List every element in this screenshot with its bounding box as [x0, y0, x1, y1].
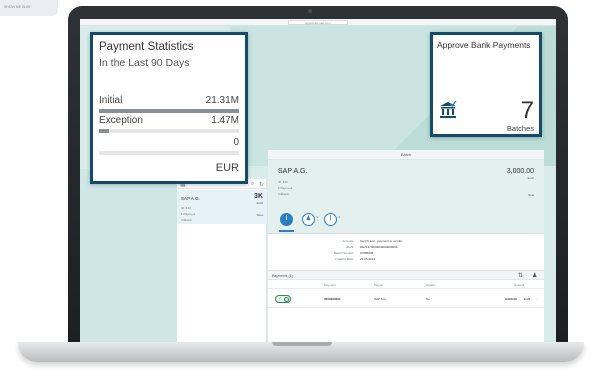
list-item-amount: 3K	[254, 193, 263, 200]
chevron-right-icon[interactable]: ›	[536, 297, 537, 301]
search-icon[interactable]: ⌕	[251, 181, 254, 188]
stat-value-third: 0	[233, 137, 239, 148]
urgent: No	[426, 297, 430, 301]
object-name: SAP A.G.	[278, 168, 308, 175]
form-label: Account:	[342, 239, 354, 243]
people-icon: ♟	[305, 216, 312, 222]
form-label: Creation Date:	[334, 257, 354, 261]
tile-subtitle: In the Last 90 Days	[99, 57, 190, 69]
stat-bar-initial	[99, 109, 239, 113]
form-value: DE71370000000000000001	[360, 245, 398, 249]
stat-value: 21.31M	[205, 95, 239, 106]
tab-attachments[interactable]: ⌇ 1	[324, 213, 340, 226]
column-header: Payee	[374, 283, 383, 287]
laptop-camera	[308, 9, 312, 13]
stat-label: Initial	[99, 95, 123, 106]
list-item-name: SAP A.G.	[181, 196, 200, 201]
payments-title: Payments (1)	[272, 274, 293, 278]
selected-tab-indicator	[279, 230, 294, 232]
payee: SAP A.G.	[374, 297, 387, 301]
list-item-status: New	[256, 213, 263, 217]
stat-bar-exception	[99, 129, 239, 133]
object-payments: 1 Payment	[278, 186, 293, 190]
form-row-iban: IBAN: DE71370000000000000001	[268, 245, 544, 250]
person-icon[interactable]: ♟	[532, 272, 537, 279]
object-bank: Citibank	[278, 192, 289, 196]
info-icon: i	[285, 216, 288, 222]
payment-statistics-tile[interactable]: Payment Statistics In the Last 90 Days I…	[90, 32, 248, 184]
form-row-account: Account: Kar.Kh test - payment to vendor	[268, 239, 544, 244]
list-item[interactable]: SAP A.G. 3K EUR ID: 643 1 Payment Citiba…	[177, 190, 267, 224]
stat-value: 1.47M	[211, 115, 239, 126]
sort-icon[interactable]: ⇅	[518, 272, 523, 279]
background-phone: SHOW ME SLIM	[0, 0, 58, 16]
form-value: 22.05.2014	[360, 257, 376, 261]
master-list-panel: ▦ ⌕ ↻ SAP A.G. 3K EUR ID: 643 1 Payment …	[177, 179, 267, 346]
tile-count: 7	[520, 97, 534, 124]
payment-currency: EUR	[524, 297, 531, 301]
list-item-currency: EUR	[256, 201, 263, 205]
approve-toggle[interactable]: ✓	[275, 295, 291, 303]
icon-tab-bar: i ♟ 1 ⌇ 1	[268, 208, 544, 234]
stat-row-exception: Exception 1.47M	[99, 115, 239, 127]
detail-header: Batch	[268, 150, 544, 160]
detail-panel: Batch SAP A.G. 3,000.00 EUR ID: 643 1 Pa…	[268, 150, 544, 346]
stat-bar-fill	[99, 129, 109, 133]
form-row-creation-date: Creation Date: 22.05.2014	[268, 257, 544, 262]
object-currency: EUR	[527, 176, 534, 180]
tile-title: Payment Statistics	[99, 41, 194, 53]
object-id: ID: 643	[278, 180, 288, 184]
tile-unit: EUR	[215, 162, 239, 174]
object-status: New	[527, 193, 534, 197]
stat-row-initial: Initial 21.31M	[99, 95, 239, 107]
check-icon: ✓	[278, 296, 283, 302]
address-bar[interactable]: approvals.sap.com	[288, 20, 348, 25]
stat-bar-third	[99, 151, 239, 155]
toggle-knob	[284, 297, 289, 302]
stat-bar-fill	[99, 109, 239, 113]
column-header: Urgent	[426, 283, 436, 287]
list-item-bank: Citibank	[181, 218, 192, 222]
payments-table-header: Payments (1) ⇅ ♟	[268, 270, 544, 280]
payment-amount: 3,000.00	[505, 297, 517, 301]
batch-info-form: Account: Kar.Kh test - payment to vendor…	[268, 236, 544, 270]
list-item-payments: 1 Payment	[181, 212, 196, 216]
object-amount: 3,000.00	[506, 168, 534, 175]
tile-title: Approve Bank Payments	[437, 40, 531, 50]
table-row[interactable]: ✓ 0000000001 SAP A.G. No 3,000.00 EUR ›	[268, 290, 544, 308]
form-value: 07885096	[360, 251, 374, 255]
detail-header-title: Batch	[400, 152, 412, 157]
column-header: Payment	[324, 283, 336, 287]
tab-approvers[interactable]: ♟ 1	[302, 213, 318, 226]
object-header: SAP A.G. 3,000.00 EUR ID: 643 1 Payment …	[268, 160, 544, 208]
payments-columns: Payment Payee Urgent Amount	[268, 281, 544, 289]
list-item-id: ID: 643	[181, 206, 191, 210]
column-header: Amount	[514, 283, 525, 287]
payment-approval-icon	[440, 101, 457, 118]
approve-bank-payments-tile[interactable]: Approve Bank Payments 7 Batches	[430, 32, 542, 137]
tab-info[interactable]: i	[280, 213, 293, 226]
tile-unit: Batches	[506, 124, 534, 133]
laptop-notch	[272, 342, 332, 346]
stat-label: Exception	[99, 115, 143, 126]
form-label: Batch Number:	[333, 251, 354, 255]
attachment-icon: ⌇	[329, 216, 332, 222]
form-label: IBAN:	[346, 245, 354, 249]
tab-attachments-count: 1	[338, 215, 340, 219]
form-row-batch-number: Batch Number: 07885096	[268, 251, 544, 256]
screen-background-lower	[80, 169, 190, 356]
stage: SHOW ME SLIM approvals.sap.com ▦ ⌕ ↻ SAP…	[0, 0, 598, 372]
refresh-icon[interactable]: ↻	[259, 181, 264, 188]
payment-number: 0000000001	[324, 297, 341, 301]
form-value: Kar.Kh test - payment to vendor	[360, 239, 403, 243]
tab-approvers-count: 1	[316, 215, 318, 219]
browser-bar: approvals.sap.com	[80, 19, 556, 26]
laptop-base	[18, 342, 584, 362]
background-phone-text: SHOW ME SLIM	[4, 5, 31, 9]
